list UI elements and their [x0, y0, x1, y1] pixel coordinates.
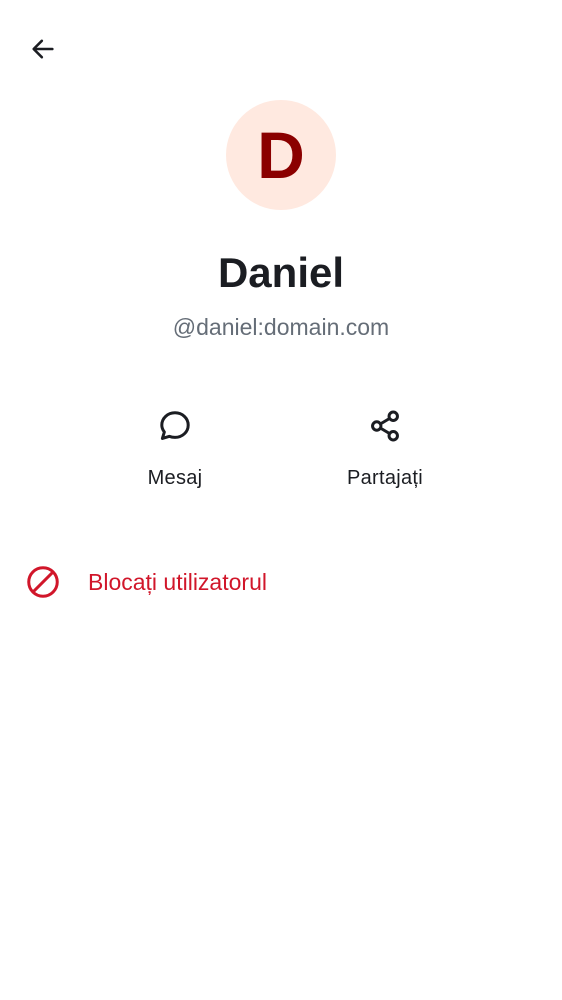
block-user-button[interactable]: Blocați utilizatorul [0, 552, 562, 612]
share-button-label: Partajați [346, 467, 424, 489]
share-icon [365, 406, 405, 446]
back-button[interactable] [22, 30, 64, 72]
message-button[interactable]: Mesaj [100, 400, 250, 500]
display-name: Daniel [217, 249, 345, 296]
chat-bubble-icon [155, 406, 195, 446]
block-user-label: Blocați utilizatorul [88, 569, 267, 595]
arrow-left-icon [29, 35, 57, 68]
avatar-initial: D [257, 118, 305, 192]
avatar: D [226, 100, 336, 210]
user-id: @daniel:domain.com [172, 314, 390, 340]
message-button-label: Mesaj [147, 467, 203, 489]
share-button[interactable]: Partajați [310, 400, 460, 500]
block-icon [25, 564, 61, 600]
